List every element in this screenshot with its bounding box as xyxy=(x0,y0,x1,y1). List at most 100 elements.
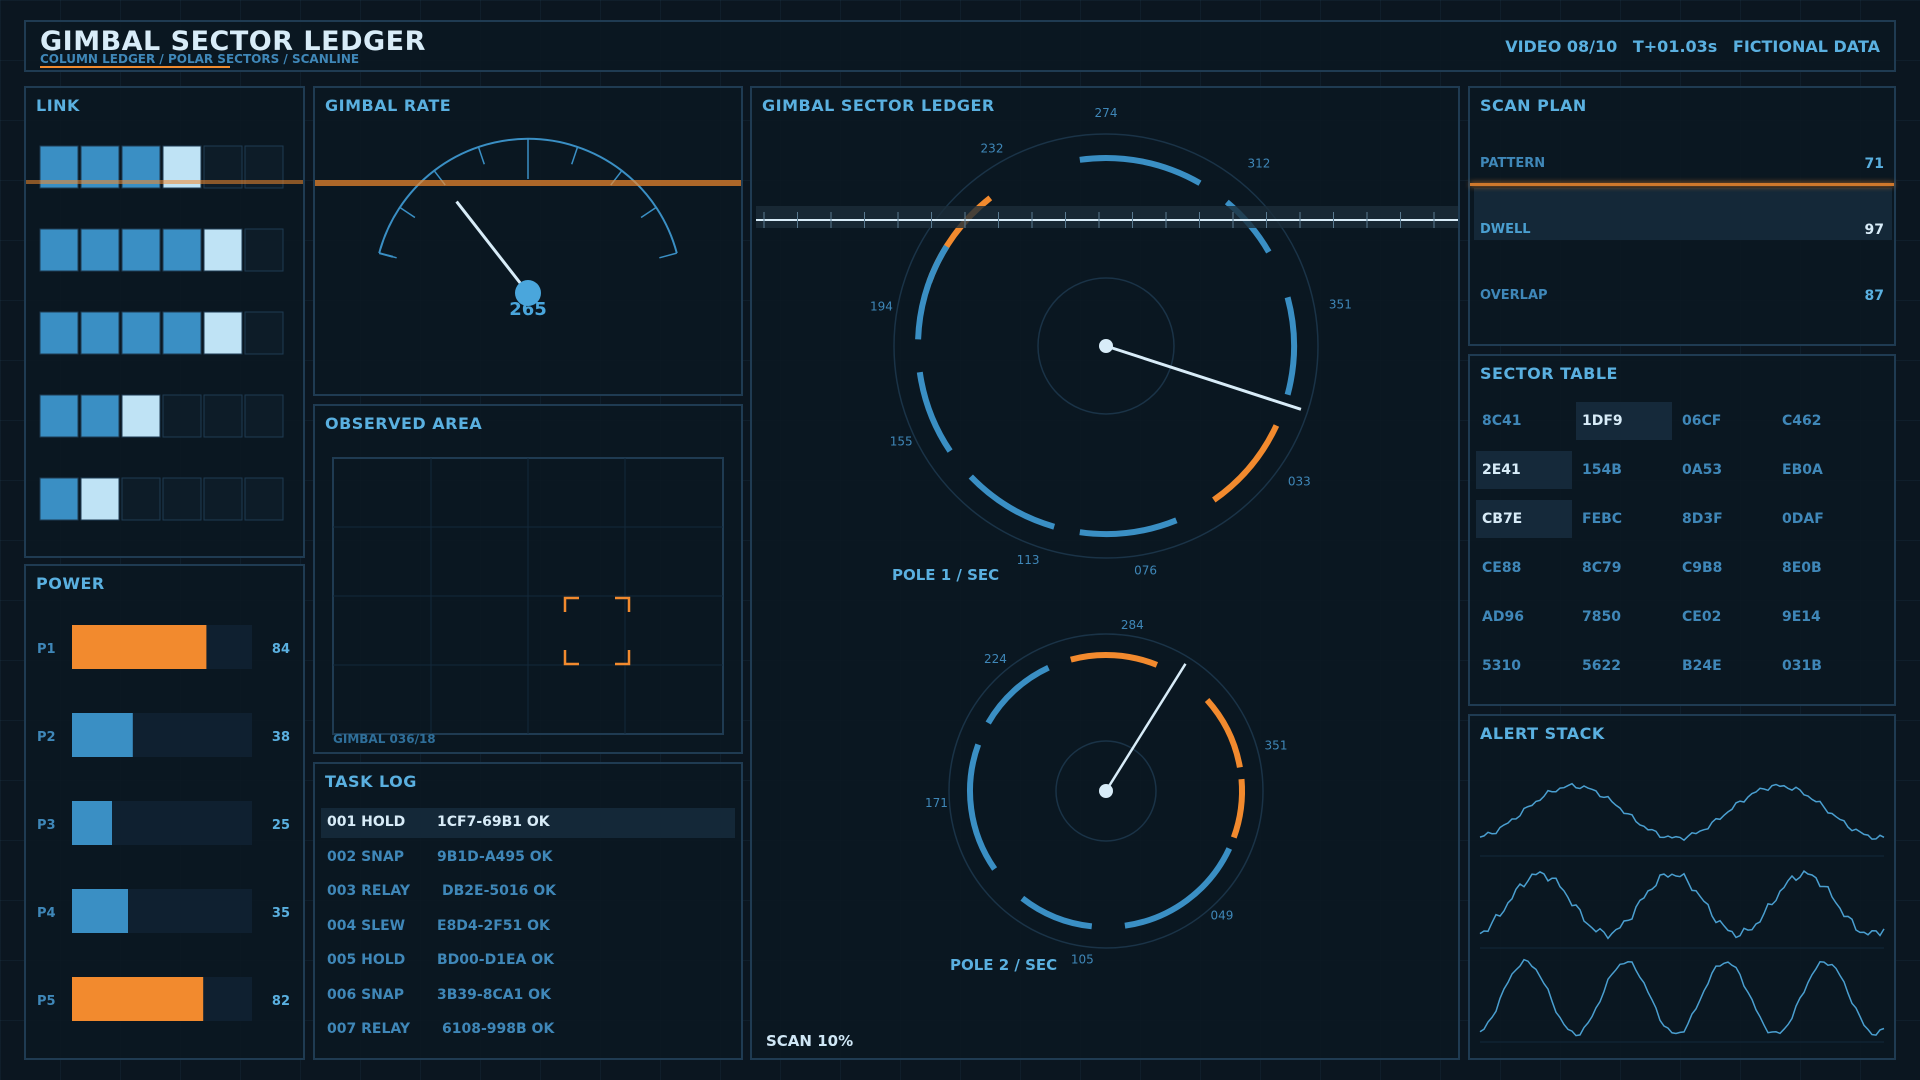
gauge-tick xyxy=(379,252,397,259)
task-log-row[interactable]: 002 SNAP 9B1D-A495 OK xyxy=(327,849,737,884)
link-cell xyxy=(203,477,243,521)
page-subtitle: COLUMN LEDGER / POLAR SECTORS / SCANLINE xyxy=(40,52,360,66)
pole1-tick-label: 351 xyxy=(1329,298,1352,312)
scan-plan-panel: SCAN PLAN PATTERN 71 DWELL 97 OVERLAP 87 xyxy=(1468,86,1896,346)
sector-cell[interactable]: B24E xyxy=(1676,647,1772,685)
link-cell xyxy=(244,394,284,438)
link-cell xyxy=(80,394,120,438)
sector-cell[interactable]: AD96 xyxy=(1476,598,1572,636)
task-id-op: 006 SNAP xyxy=(327,986,404,1003)
scan-plan-label: DWELL xyxy=(1480,222,1531,237)
sector-cell[interactable]: CE88 xyxy=(1476,549,1572,587)
power-bar-label: P2 xyxy=(37,730,56,745)
link-cell xyxy=(80,228,120,272)
sector-cell[interactable]: FEBC xyxy=(1576,500,1672,538)
task-code: 6108-998B OK xyxy=(442,1021,555,1037)
scan-plan-label: OVERLAP xyxy=(1480,288,1548,303)
task-log-row[interactable]: 001 HOLD 1CF7-69B1 OK xyxy=(327,814,737,849)
scan-plan-row-pattern[interactable]: PATTERN 71 xyxy=(1480,156,1884,176)
pole1-sector xyxy=(1212,424,1280,503)
alert-waveform xyxy=(1479,870,1885,940)
video-counter: VIDEO 08/10 xyxy=(1505,37,1618,56)
task-id-op: 001 HOLD xyxy=(327,814,406,830)
data-note: FICTIONAL DATA xyxy=(1732,37,1880,56)
task-log-row[interactable]: 006 SNAP 3B39-8CA1 OK xyxy=(327,987,737,1022)
link-cell xyxy=(39,311,79,355)
pole2-tick-label: 171 xyxy=(925,796,948,810)
pole1-sector xyxy=(1079,155,1202,186)
pole2-sector xyxy=(1070,651,1159,668)
pole1-sector xyxy=(1079,517,1178,537)
scan-plan-row-overlap[interactable]: OVERLAP 87 xyxy=(1480,288,1884,308)
pole2-tick-label: 284 xyxy=(1121,618,1144,632)
power-bar-value: 35 xyxy=(272,906,290,921)
sector-cell[interactable]: CE02 xyxy=(1676,598,1772,636)
sector-cell[interactable]: 8E0B xyxy=(1776,549,1872,587)
pole2-sector xyxy=(967,743,998,871)
pole2-sector xyxy=(1230,778,1245,839)
sector-cell[interactable]: 0A53 xyxy=(1676,451,1772,489)
gimbal-rate-value: 265 xyxy=(509,299,547,320)
sector-cell[interactable]: 5310 xyxy=(1476,647,1572,685)
sector-cell[interactable]: 8C41 xyxy=(1476,402,1572,440)
power-bar-p2 xyxy=(72,713,133,757)
pole2-sector xyxy=(1204,697,1243,768)
link-cell xyxy=(162,477,202,521)
scan-plan-row-dwell[interactable]: DWELL 97 xyxy=(1480,222,1884,242)
power-bar-value: 38 xyxy=(272,730,290,745)
link-cell xyxy=(162,394,202,438)
sector-cell[interactable]: 06CF xyxy=(1676,402,1772,440)
task-code: E8D4-2F51 OK xyxy=(437,917,550,934)
sector-cell[interactable]: 0DAF xyxy=(1776,500,1872,538)
power-bar-label: P1 xyxy=(37,642,56,657)
sector-table-panel: SECTOR TABLE 8C41 1DF9 06CF C462 2E41 154B 0A5… xyxy=(1468,354,1896,706)
task-id-op: 005 HOLD xyxy=(327,952,406,968)
observed-area-panel: OBSERVED AREA GIMBAL 036/18 xyxy=(313,404,743,754)
sector-cell[interactable]: 031B xyxy=(1776,647,1872,685)
link-grid xyxy=(26,145,303,521)
sector-cell[interactable]: CB7E xyxy=(1476,500,1572,538)
pole2-tick-label: 224 xyxy=(984,652,1007,666)
polar-sectors: 274 312 351 033 076 113 155 194 232 284 351 049 105 1… xyxy=(756,106,1458,966)
sector-cell[interactable]: C9B8 xyxy=(1676,549,1772,587)
pole2-needle xyxy=(1104,663,1187,792)
sector-cell[interactable]: C462 xyxy=(1776,402,1872,440)
task-log-row[interactable]: 003 RELAY DB2E-5016 OK xyxy=(327,883,737,918)
status-readouts: VIDEO 08/10 T+01.03s FICTIONAL DATA xyxy=(1505,37,1880,56)
sector-cell[interactable]: 154B xyxy=(1576,451,1672,489)
task-id-op: 003 RELAY xyxy=(327,883,410,899)
task-log-row[interactable]: 007 RELAY 6108-998B OK xyxy=(327,1021,737,1056)
task-log-row[interactable]: 004 SLEW E8D4-2F51 OK xyxy=(327,918,737,953)
scan-plan-value: 71 xyxy=(1864,156,1884,172)
gauge-tick xyxy=(477,146,485,165)
header-bar: GIMBAL SECTOR LEDGER COLUMN LEDGER / POL… xyxy=(24,20,1896,72)
power-panel: POWER P1 84 P2 38 P3 25 P4 35 P5 82 xyxy=(24,564,305,1060)
power-bar-label: P5 xyxy=(37,994,56,1009)
scan-plan-value: 87 xyxy=(1864,288,1884,304)
link-panel: LINK xyxy=(24,86,305,558)
link-cell xyxy=(39,477,79,521)
pole1-tick-label: 312 xyxy=(1248,157,1271,171)
sector-cell[interactable]: 1DF9 xyxy=(1576,402,1672,440)
task-log-row[interactable]: 005 HOLD BD00-D1EA OK xyxy=(327,952,737,987)
sector-cell[interactable]: 5622 xyxy=(1576,647,1672,685)
sector-cell[interactable]: 2E41 xyxy=(1476,451,1572,489)
sector-cell[interactable]: 7850 xyxy=(1576,598,1672,636)
power-bar-p5 xyxy=(72,977,204,1021)
sector-table-grid: 8C41 1DF9 06CF C462 2E41 154B 0A53 EB0A CB7E FEBC… xyxy=(1470,356,1894,704)
link-cell xyxy=(121,228,161,272)
scanline xyxy=(1470,183,1894,186)
task-code: 1CF7-69B1 OK xyxy=(437,814,550,830)
pole1-sector xyxy=(1284,296,1297,396)
sector-cell[interactable]: 8C79 xyxy=(1576,549,1672,587)
link-cell xyxy=(121,311,161,355)
gauge-scanline xyxy=(315,180,741,186)
link-cell xyxy=(203,394,243,438)
sector-cell[interactable]: EB0A xyxy=(1776,451,1872,489)
sector-cell[interactable]: 9E14 xyxy=(1776,598,1872,636)
pole2-sector xyxy=(1020,895,1093,930)
alert-waveform xyxy=(1479,782,1885,842)
sector-cell[interactable]: 8D3F xyxy=(1676,500,1772,538)
scan-readout: SCAN 10% xyxy=(766,1032,854,1050)
pole1-label: POLE 1 / SEC xyxy=(892,566,1000,584)
